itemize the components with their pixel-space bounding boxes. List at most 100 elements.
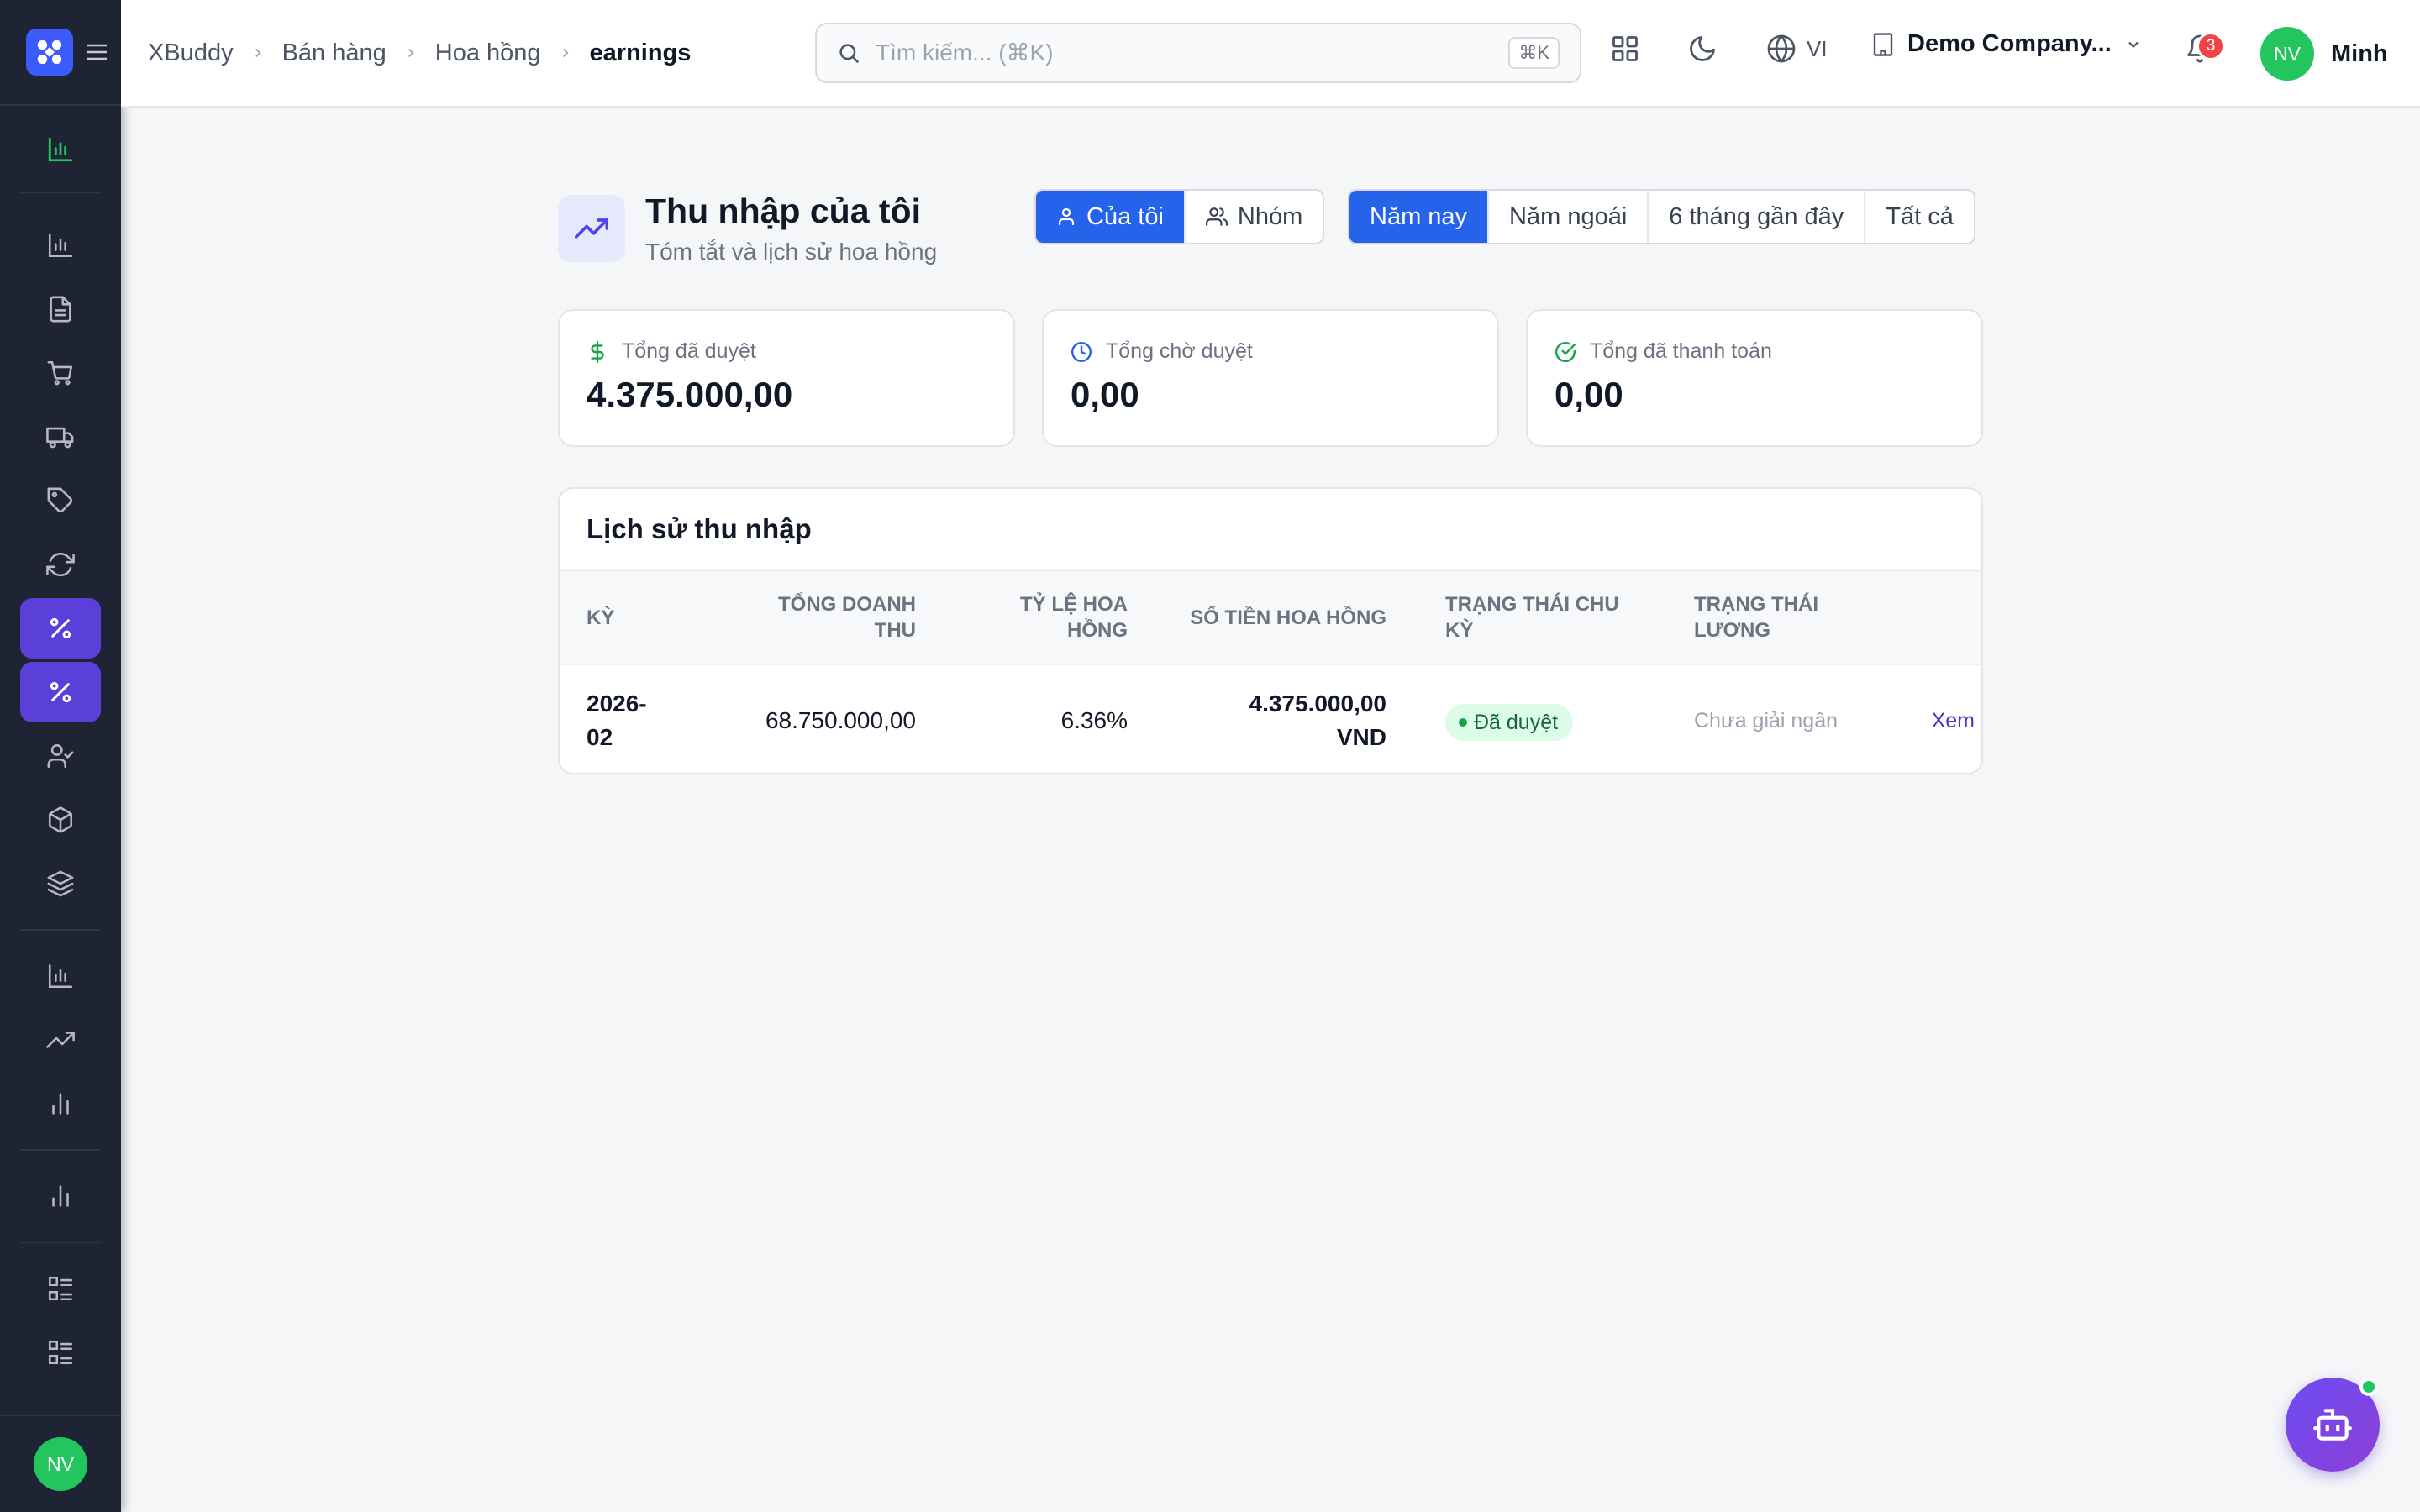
bot-icon: [2313, 1409, 2352, 1441]
company-switcher[interactable]: Demo Company...: [1870, 30, 2142, 58]
cell-rate: 6.36%: [1060, 707, 1128, 733]
apps-grid-icon[interactable]: [1610, 34, 1640, 64]
column-header-payroll-status[interactable]: Trạng thái lương: [1694, 591, 1818, 643]
user-menu[interactable]: NV Minh: [2260, 27, 2388, 81]
summary-card-pending: Tổng chờ duyệt 0,00: [1042, 309, 1499, 447]
x-logo-icon[interactable]: [26, 29, 73, 76]
summary-label: Tổng chờ duyệt: [1106, 339, 1253, 363]
bar-chart-icon: [48, 963, 73, 989]
language-label: VI: [1807, 35, 1828, 61]
tab-all[interactable]: Tất cả: [1865, 191, 1974, 243]
percent-icon: [50, 681, 71, 703]
summary-label: Tổng đã duyệt: [622, 339, 756, 363]
cell-payroll-status: Chưa giải ngân: [1694, 709, 1839, 732]
earnings-history-card: Lịch sử thu nhập Kỳ Tổng doanh thu Tỷ lệ …: [558, 487, 1983, 774]
sidebar-item-inventory[interactable]: [20, 853, 101, 914]
truck-icon: [46, 427, 74, 449]
sidebar-divider: [20, 1149, 101, 1151]
sidebar-item-products[interactable]: [20, 790, 101, 850]
search-shortcut: ⌘K: [1508, 37, 1560, 69]
sidebar: NV: [0, 0, 121, 1512]
period-filter: Năm nay Năm ngoái 6 tháng gần đây Tất cả: [1348, 189, 1975, 244]
status-badge: Đã duyệt: [1445, 704, 1574, 741]
sidebar-header: [0, 0, 121, 106]
chevron-right-icon: [250, 45, 266, 60]
sidebar-item-lists[interactable]: [20, 1258, 101, 1319]
summary-value: 4.375.000,00: [587, 375, 793, 414]
sidebar-item-kpi[interactable]: [20, 1166, 101, 1226]
bar-chart-icon: [52, 1185, 69, 1207]
sidebar-footer: NV: [0, 1415, 121, 1512]
tab-mine-label: Của tôi: [1086, 202, 1164, 230]
tag-icon: [47, 487, 73, 513]
user-check-icon: [47, 743, 74, 769]
summary-card-paid: Tổng đã thanh toán 0,00: [1526, 309, 1983, 447]
sidebar-item-trends[interactable]: [20, 1010, 101, 1070]
table-header: Kỳ Tổng doanh thu Tỷ lệ hoa hồng Số tiền h…: [560, 571, 1981, 665]
menu-toggle-icon[interactable]: [85, 42, 108, 62]
sidebar-item-statistics[interactable]: [20, 1074, 101, 1134]
users-icon: [1205, 207, 1228, 226]
cell-period: 2026- 02: [587, 690, 647, 750]
notification-count-badge: 3: [2196, 32, 2225, 60]
search-icon: [839, 44, 859, 63]
top-header: XBuddy Bán hàng Hoa hồng earnings ⌘K VI …: [121, 0, 2420, 108]
language-switcher[interactable]: VI: [1766, 34, 1828, 64]
column-header-period[interactable]: Kỳ: [587, 605, 614, 631]
sidebar-item-reports[interactable]: [20, 215, 101, 276]
tab-last-year[interactable]: Năm ngoái: [1489, 191, 1649, 243]
scope-toggle: Của tôi Nhóm: [1034, 189, 1325, 244]
sidebar-divider: [20, 1242, 101, 1243]
breadcrumb-sales[interactable]: Bán hàng: [282, 39, 387, 67]
box-icon: [48, 806, 73, 833]
sidebar-item-orders[interactable]: [20, 343, 101, 403]
sidebar-item-dashboard[interactable]: [20, 119, 101, 180]
sidebar-item-delivery[interactable]: [20, 407, 101, 467]
sidebar-item-commission[interactable]: [20, 598, 101, 659]
summary-label: Tổng đã thanh toán: [1590, 339, 1772, 363]
chevron-right-icon: [403, 45, 418, 60]
sidebar-divider: [20, 192, 101, 193]
page-title: Thu nhập của tôi: [645, 192, 921, 230]
view-link[interactable]: Xem: [1932, 704, 1975, 738]
user-icon: [1058, 207, 1075, 226]
search-box[interactable]: ⌘K: [815, 23, 1581, 83]
cell-revenue: 68.750.000,00: [765, 707, 916, 733]
tab-mine[interactable]: Của tôi: [1036, 191, 1186, 243]
breadcrumb-home[interactable]: XBuddy: [148, 39, 234, 67]
tab-team[interactable]: Nhóm: [1186, 191, 1323, 243]
column-header-revenue[interactable]: Tổng doanh thu: [778, 591, 916, 643]
document-icon: [50, 296, 71, 323]
percent-icon: [50, 617, 71, 639]
list-icon: [48, 1340, 73, 1365]
trending-up-icon: [46, 1032, 75, 1048]
sidebar-item-pricing[interactable]: [20, 470, 101, 531]
summary-value: 0,00: [1555, 375, 1623, 414]
sidebar-item-catalog[interactable]: [20, 1322, 101, 1383]
breadcrumb-commission[interactable]: Hoa hồng: [435, 39, 541, 67]
search-input[interactable]: [876, 39, 1509, 66]
tab-this-year[interactable]: Năm nay: [1349, 191, 1490, 243]
company-name: Demo Company...: [1907, 30, 2112, 57]
bar-chart-icon: [52, 1093, 69, 1115]
column-header-cycle-status[interactable]: Trạng thái chu kỳ: [1445, 591, 1619, 643]
sidebar-item-earnings[interactable]: [20, 662, 101, 722]
page-subtitle: Tóm tắt và lịch sử hoa hồng: [645, 239, 938, 265]
globe-icon: [1767, 34, 1796, 63]
sidebar-item-returns[interactable]: [20, 534, 101, 595]
moon-icon[interactable]: [1687, 34, 1718, 64]
sidebar-divider: [20, 929, 101, 931]
sidebar-item-customers[interactable]: [20, 726, 101, 786]
refresh-icon: [46, 553, 75, 577]
avatar[interactable]: NV: [34, 1437, 87, 1491]
bar-chart-icon: [48, 137, 73, 162]
check-circle-icon: [1555, 341, 1576, 362]
column-header-rate[interactable]: Tỷ lệ hoa hồng: [1020, 591, 1128, 643]
sidebar-item-analytics[interactable]: [20, 946, 101, 1006]
sidebar-item-documents[interactable]: [20, 279, 101, 339]
tab-last-6-months[interactable]: 6 tháng gần đây: [1649, 191, 1866, 243]
column-header-amount[interactable]: Số tiền hoa hồng: [1190, 605, 1386, 631]
trending-up-icon: [558, 195, 625, 262]
avatar: NV: [2260, 27, 2314, 81]
online-indicator: [2360, 1378, 2378, 1396]
